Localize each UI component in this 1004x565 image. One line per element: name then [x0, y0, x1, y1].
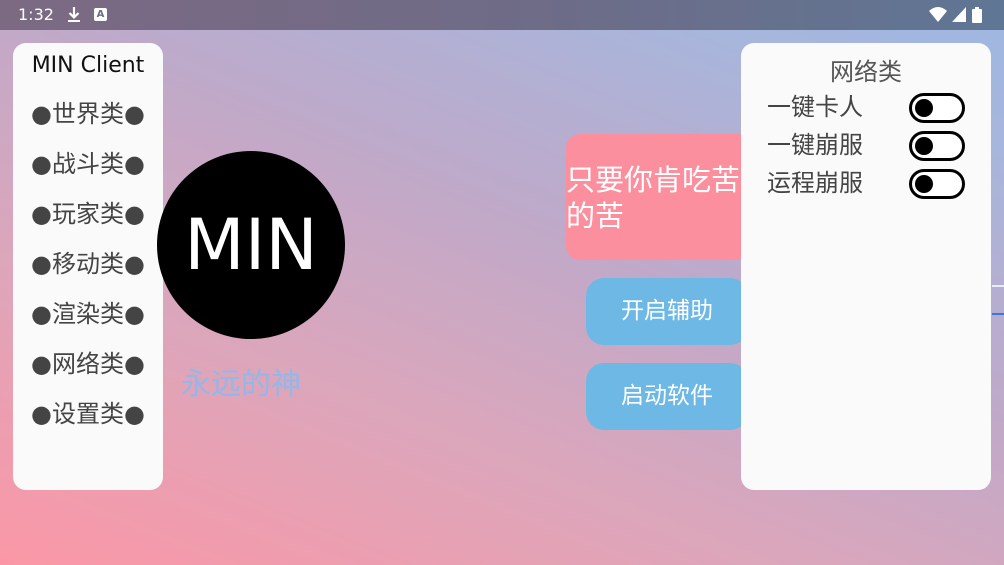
- menu-item-settings[interactable]: ●设置类●: [13, 397, 163, 431]
- menu-item-world[interactable]: ●世界类●: [13, 97, 163, 131]
- menu-item-render[interactable]: ●渲染类●: [13, 297, 163, 331]
- toggle-label: 一键卡人: [767, 93, 863, 121]
- wifi-icon: [929, 7, 947, 22]
- download-icon: [68, 7, 80, 22]
- toggle-row-kick: 一键卡人: [767, 90, 967, 124]
- slogan-text: 只要你肯吃苦的苦: [566, 163, 741, 233]
- a-icon: A: [94, 8, 107, 21]
- menu-item-network[interactable]: ●网络类●: [13, 347, 163, 381]
- remote-crash-toggle[interactable]: [909, 169, 965, 199]
- app-screen: 1:32 A MIN Client ●世界类● ●战斗类● ●玩家类● ●移动类…: [0, 0, 1004, 565]
- toggle-knob: [915, 137, 933, 155]
- slogan-banner: 只要你肯吃苦的苦: [566, 134, 756, 260]
- logo-text: MIN: [184, 204, 318, 286]
- menu-item-player[interactable]: ●玩家类●: [13, 197, 163, 231]
- menu-title: MIN Client: [31, 53, 145, 78]
- toggle-knob: [915, 99, 933, 117]
- crash-server-toggle[interactable]: [909, 131, 965, 161]
- network-panel-title: 网络类: [830, 58, 902, 86]
- signal-icon: [952, 7, 966, 22]
- category-menu: MIN Client ●世界类● ●战斗类● ●玩家类● ●移动类● ●渲染类●…: [13, 43, 163, 490]
- logo-tagline: 永远的神: [181, 367, 301, 402]
- status-bar: 1:32 A: [0, 0, 1004, 30]
- toggle-row-crash: 一键崩服: [767, 128, 967, 162]
- open-assist-button[interactable]: 开启辅助: [586, 278, 748, 345]
- network-panel: 网络类 一键卡人 一键崩服 运程崩服: [741, 43, 991, 490]
- logo-circle: MIN: [157, 151, 345, 339]
- toggle-label: 一键崩服: [767, 131, 863, 159]
- toggle-label: 运程崩服: [767, 169, 863, 197]
- kick-toggle[interactable]: [909, 93, 965, 123]
- edge-divider: [992, 285, 1004, 287]
- toggle-knob: [915, 175, 933, 193]
- toggle-row-remote-crash: 运程崩服: [767, 166, 967, 200]
- menu-item-movement[interactable]: ●移动类●: [13, 247, 163, 281]
- menu-item-combat[interactable]: ●战斗类●: [13, 147, 163, 181]
- start-app-button[interactable]: 启动软件: [586, 363, 748, 430]
- battery-icon: [972, 7, 982, 23]
- edge-divider-accent: [992, 313, 1004, 315]
- status-clock: 1:32: [18, 5, 54, 24]
